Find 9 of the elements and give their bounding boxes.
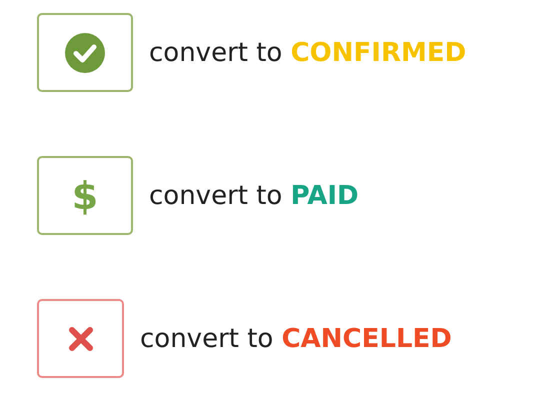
confirm-button[interactable] xyxy=(37,13,133,92)
pay-button[interactable]: $ xyxy=(37,156,133,235)
action-label: convert to CANCELLED xyxy=(140,324,452,354)
action-label: convert to CONFIRMED xyxy=(149,38,466,68)
action-label: convert to PAID xyxy=(149,180,359,210)
dollar-icon: $ xyxy=(72,176,98,214)
check-circle-icon xyxy=(65,32,105,72)
close-icon xyxy=(68,326,94,352)
cancel-button[interactable] xyxy=(37,299,124,378)
